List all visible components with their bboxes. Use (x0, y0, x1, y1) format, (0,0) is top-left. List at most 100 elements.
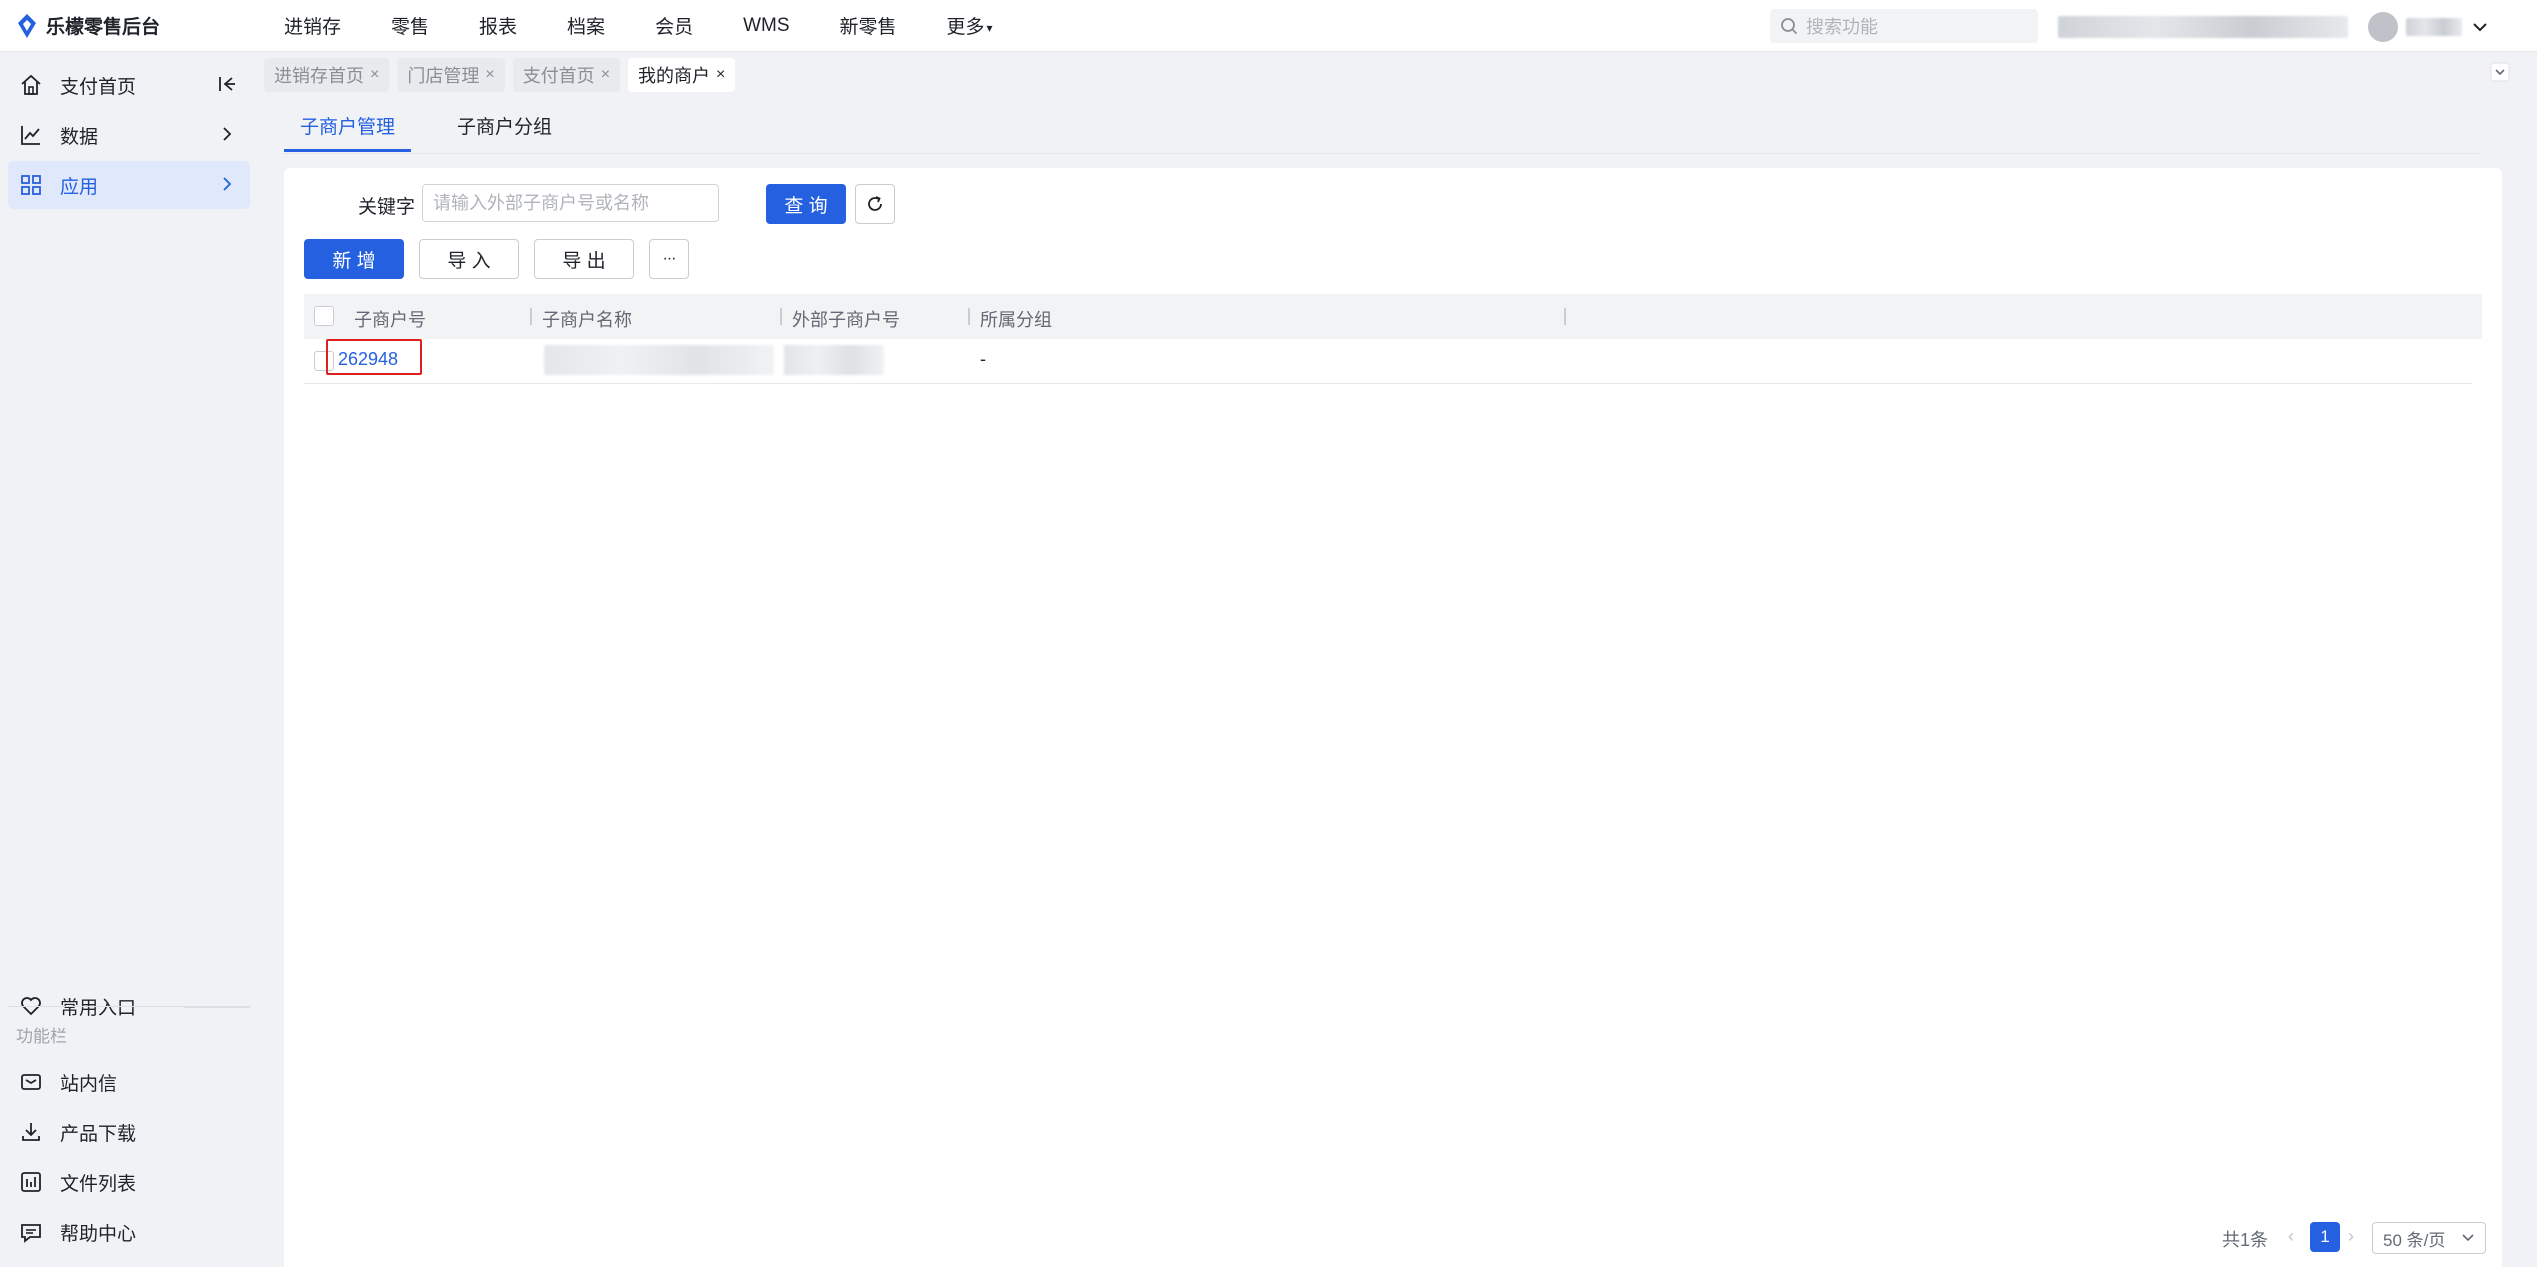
sidebar-item-messages[interactable]: 站内信 (8, 1058, 250, 1106)
query-button[interactable]: 查 询 (766, 184, 846, 224)
sub-merchant-id-link[interactable]: 262948 (338, 349, 398, 370)
divider (284, 153, 2480, 154)
topnav-item-inventory[interactable]: 进销存 (284, 12, 341, 39)
page-tabs: 进销存首页 × 门店管理 × 支付首页 × 我的商户 × (264, 58, 743, 94)
column-header-external-id: 外部子商户号 (792, 310, 900, 330)
sidebar-item-apps[interactable]: 应用 (8, 161, 250, 209)
more-dots-icon: ··· (662, 250, 677, 267)
sidebar-item-downloads[interactable]: 产品下载 (8, 1108, 250, 1156)
tab-label: 门店管理 (407, 66, 480, 86)
tab-sub-merchant-management[interactable]: 子商户管理 (284, 112, 412, 152)
brand-logo-icon (16, 13, 38, 39)
topnav-item-reports[interactable]: 报表 (479, 12, 517, 39)
refresh-button[interactable] (855, 184, 895, 224)
top-navigation-bar: 乐檬零售后台 进销存 零售 报表 档案 会员 WMS 新零售 更多 ▾ 搜索功能 (0, 0, 2537, 52)
sidebar-item-label: 站内信 (60, 1073, 118, 1095)
tab-label: 支付首页 (522, 66, 595, 86)
help-chat-icon (18, 1219, 44, 1245)
sidebar-item-label: 帮助中心 (60, 1223, 137, 1245)
chevron-down-icon (2490, 62, 2510, 82)
tab-inventory-home[interactable]: 进销存首页 × (264, 58, 390, 92)
tab-label: 我的商户 (638, 66, 711, 86)
page-button-current[interactable]: 1 (2310, 1222, 2340, 1252)
sidebar-item-label: 产品下载 (60, 1123, 137, 1145)
tab-label: 进销存首页 (274, 66, 364, 86)
divider (184, 1007, 250, 1008)
refresh-icon (868, 196, 882, 211)
tab-sub-merchant-group[interactable]: 子商户分组 (441, 112, 568, 152)
topnav-item-retail[interactable]: 零售 (391, 12, 429, 39)
sidebar-item-label: 应用 (60, 176, 99, 198)
main-panel: 关键字 查 询 新 增 导 入 导 出 ··· 子商户号 子商户名称 外部子商户… (284, 168, 2502, 1267)
more-actions-button[interactable]: ··· (649, 239, 689, 279)
chevron-right-icon (218, 175, 236, 199)
redacted-user-name (2406, 18, 2462, 36)
tabs-dropdown-button[interactable] (2490, 62, 2510, 88)
top-menu: 进销存 零售 报表 档案 会员 WMS 新零售 更多 ▾ (284, 12, 1043, 39)
tab-payment-home[interactable]: 支付首页 × (512, 58, 621, 92)
close-icon[interactable]: × (716, 66, 725, 84)
tab-store-management[interactable]: 门店管理 × (397, 58, 505, 92)
more-label: 更多 (946, 17, 985, 38)
topnav-item-new-retail[interactable]: 新零售 (840, 12, 897, 39)
keyword-label: 关键字 (358, 197, 416, 218)
sidebar-item-label: 文件列表 (60, 1173, 137, 1195)
mail-icon (18, 1069, 44, 1095)
topnav-item-member[interactable]: 会员 (655, 12, 693, 39)
column-header-sub-merchant-name: 子商户名称 (542, 310, 632, 330)
search-icon (1781, 18, 1798, 35)
file-list-icon (18, 1169, 44, 1195)
redacted-merchant-name (544, 345, 774, 375)
export-button[interactable]: 导 出 (534, 239, 634, 279)
topnav-item-archive[interactable]: 档案 (567, 12, 605, 39)
column-resizer[interactable] (780, 308, 782, 325)
column-resizer[interactable] (1564, 308, 1566, 325)
merchant-subtabs: 子商户管理 子商户分组 (284, 112, 598, 152)
group-cell: - (980, 349, 986, 369)
keyword-input[interactable] (422, 184, 719, 222)
tab-my-merchants[interactable]: 我的商户 × (628, 58, 736, 92)
prev-page-icon[interactable]: ‹ (2288, 1226, 2294, 1247)
sidebar-item-payment-home[interactable]: 支付首页 (8, 61, 250, 109)
column-header-sub-merchant-id: 子商户号 (354, 310, 426, 330)
sidebar-item-file-list[interactable]: 文件列表 (8, 1158, 250, 1206)
collapse-sidebar-icon[interactable] (218, 75, 236, 99)
close-icon[interactable]: × (601, 66, 610, 84)
app-title: 乐檬零售后台 (46, 17, 161, 38)
app-logo[interactable]: 乐檬零售后台 (16, 12, 256, 39)
sidebar-item-data[interactable]: 数据 (8, 111, 250, 159)
function-bar-label: 功能栏 (16, 1027, 67, 1046)
page-size-value: 50 条/页 (2383, 1230, 2446, 1250)
caret-down-icon: ▾ (986, 20, 993, 35)
next-page-icon[interactable]: › (2348, 1226, 2354, 1247)
search-placeholder: 搜索功能 (1806, 17, 1878, 37)
download-icon (18, 1119, 44, 1145)
topnav-item-wms[interactable]: WMS (743, 15, 789, 37)
avatar (2368, 12, 2398, 42)
add-button[interactable]: 新 增 (304, 239, 404, 279)
chevron-down-icon (2462, 1234, 2474, 1242)
redacted-store-name (2058, 16, 2348, 38)
table-header: 子商户号 子商户名称 外部子商户号 所属分组 (304, 294, 2482, 339)
page-size-select[interactable]: 50 条/页 (2372, 1222, 2486, 1254)
redacted-external-id (784, 345, 884, 375)
user-menu[interactable] (2058, 12, 2488, 42)
chevron-down-icon (2473, 23, 2487, 32)
sidebar-item-label: 支付首页 (60, 76, 137, 98)
import-button[interactable]: 导 入 (419, 239, 519, 279)
column-resizer[interactable] (530, 308, 532, 325)
close-icon[interactable]: × (370, 66, 379, 84)
sidebar-item-help[interactable]: 帮助中心 (8, 1208, 250, 1256)
table-row[interactable]: 262948 - (304, 339, 2472, 384)
sidebar: 支付首页 数据 应用 常用入口 功能栏 站内信 产品下载 文件列表 帮助中心 (0, 52, 262, 1267)
pagination-total: 共1条 (2222, 1230, 2269, 1250)
topnav-item-more[interactable]: 更多 ▾ (947, 12, 993, 39)
column-resizer[interactable] (968, 308, 970, 325)
close-icon[interactable]: × (485, 66, 494, 84)
column-header-group: 所属分组 (980, 310, 1052, 330)
divider (8, 1006, 250, 1007)
function-search-input[interactable]: 搜索功能 (1770, 9, 2038, 43)
home-icon (18, 72, 44, 98)
select-all-checkbox[interactable] (314, 306, 334, 326)
sidebar-item-label: 数据 (60, 126, 99, 148)
